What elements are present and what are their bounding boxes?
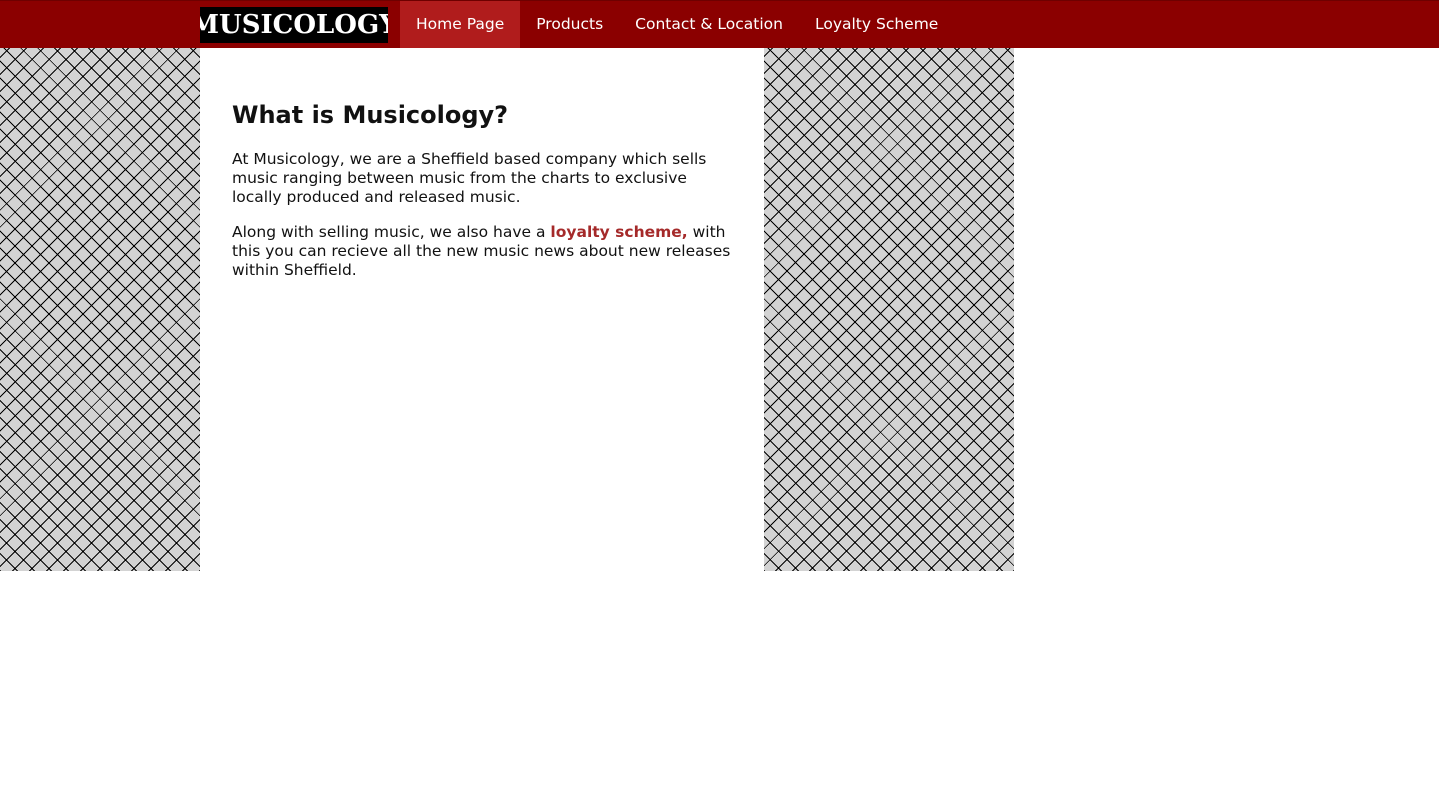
site-logo[interactable]: MUSICOLOGY — [200, 7, 388, 43]
main-content: What is Musicology? At Musicology, we ar… — [232, 98, 732, 296]
nav-item-home-page[interactable]: Home Page — [400, 1, 521, 48]
loyalty-text-before: Along with selling music, we also have a — [232, 223, 551, 241]
left-crosshatch-panel — [0, 48, 200, 571]
page-heading: What is Musicology? — [232, 101, 509, 129]
nav-item-products[interactable]: Products — [520, 1, 619, 48]
nav-item-loyalty-scheme[interactable]: Loyalty Scheme — [799, 1, 954, 48]
loyalty-scheme-link[interactable]: loyalty scheme, — [550, 223, 687, 241]
nav-item-contact-location[interactable]: Contact & Location — [619, 1, 799, 48]
nav-menu: Home Page Products Contact & Location Lo… — [400, 1, 954, 48]
intro-paragraph: At Musicology, we are a Sheffield based … — [232, 150, 707, 206]
logo-text: MUSICOLOGY — [200, 10, 388, 40]
top-navbar: MUSICOLOGY Home Page Products Contact & … — [0, 0, 1439, 48]
right-crosshatch-panel — [764, 48, 1014, 571]
loyalty-paragraph: Along with selling music, we also have a… — [232, 223, 732, 280]
